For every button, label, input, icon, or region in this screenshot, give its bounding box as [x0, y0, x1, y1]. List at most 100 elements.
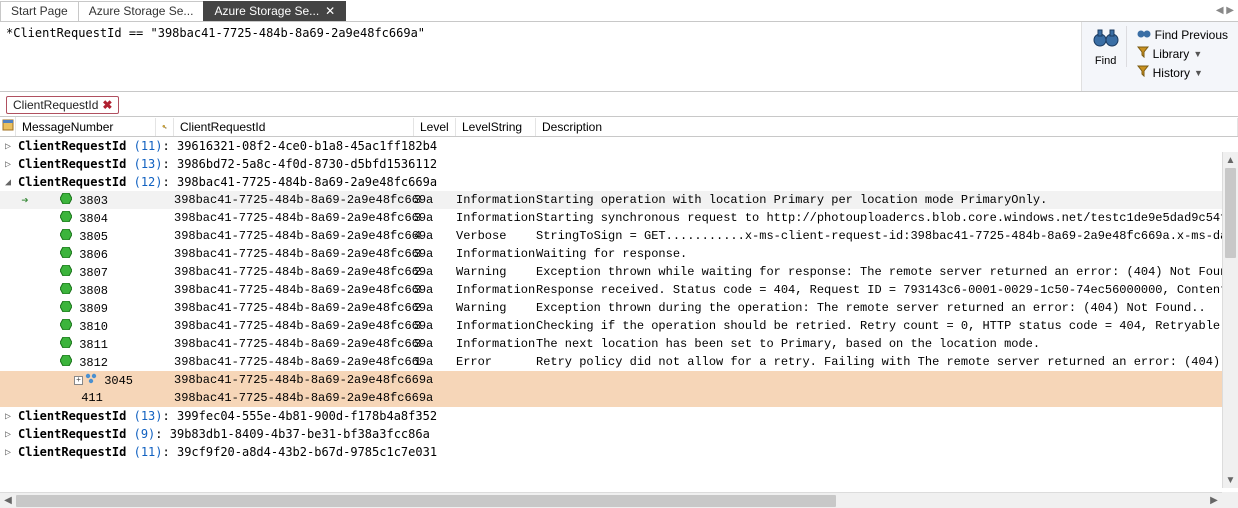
description-text: Response received. Status code = 404, Re…	[536, 283, 1238, 297]
description-text: StringToSign = GET...........x-ms-client…	[536, 229, 1238, 243]
group-row[interactable]: ▷ClientRequestId (13): 3986bd72-5a8c-4f0…	[0, 155, 1238, 173]
tab-label: Start Page	[11, 4, 68, 18]
column-description[interactable]: Description	[536, 118, 1238, 136]
hex-green-icon	[60, 283, 72, 294]
group-row[interactable]: ▷ClientRequestId (9): 39b83db1-8409-4b37…	[0, 425, 1238, 443]
tab-scroll-controls[interactable]: ◀ ▶	[1216, 5, 1238, 16]
scroll-down-icon[interactable]: ▼	[1223, 472, 1238, 488]
description-text: Starting synchronous request to http://p…	[536, 211, 1238, 225]
table-row[interactable]: 411398bac41-7725-484b-8a69-2a9e48fc669a	[0, 389, 1238, 407]
level-string: Information	[456, 319, 536, 333]
level-value: 4	[414, 229, 456, 243]
table-row[interactable]: 3811398bac41-7725-484b-8a69-2a9e48fc669a…	[0, 335, 1238, 353]
binoculars-small-icon	[1137, 27, 1151, 42]
scrollbar-corner	[1222, 492, 1238, 508]
hex-green-icon	[60, 337, 72, 348]
tab-start-page[interactable]: Start Page	[0, 1, 79, 21]
message-number: 3045	[97, 374, 133, 388]
group-value: : 39b83db1-8409-4b37-be31-bf38a3fcc86a	[155, 427, 430, 441]
filter-chip-row: ClientRequestId ✖	[0, 92, 1238, 117]
description-text: Retry policy did not allow for a retry. …	[536, 355, 1238, 369]
column-expand[interactable]	[0, 117, 16, 136]
tab-label: Azure Storage Se...	[89, 4, 194, 18]
find-label: Find	[1095, 55, 1116, 67]
message-number: 3812	[72, 356, 108, 370]
message-number: 3811	[72, 338, 108, 352]
column-level[interactable]: Level	[414, 118, 456, 136]
group-label: ClientRequestId	[18, 445, 126, 459]
description-text: Starting operation with location Primary…	[536, 193, 1238, 207]
side-panel: Find Find Previous Library ▼ History ▼	[1082, 22, 1238, 91]
column-levelstring[interactable]: LevelString	[456, 118, 536, 136]
query-input[interactable]: *ClientRequestId == "398bac41-7725-484b-…	[0, 22, 1082, 91]
group-value: : 39616321-08f2-4ce0-b1a8-45ac1ff182b4	[163, 139, 438, 153]
scroll-left-icon[interactable]: ◀	[0, 495, 16, 506]
table-row[interactable]: 3806398bac41-7725-484b-8a69-2a9e48fc669a…	[0, 245, 1238, 263]
message-number: 3809	[72, 302, 108, 316]
scroll-thumb[interactable]	[1225, 168, 1236, 258]
expand-box-icon[interactable]: +	[74, 376, 83, 385]
message-number: 3810	[72, 320, 108, 334]
table-row[interactable]: 3812398bac41-7725-484b-8a69-2a9e48fc669a…	[0, 353, 1238, 371]
level-string: Error	[456, 355, 536, 369]
group-count: (11)	[134, 139, 163, 153]
library-dropdown[interactable]: Library ▼	[1135, 45, 1230, 62]
level-string: Warning	[456, 301, 536, 315]
key-icon	[162, 120, 167, 134]
vertical-scrollbar[interactable]: ▲ ▼	[1222, 152, 1238, 488]
table-row[interactable]: 3809 398bac41-7725-484b-8a69-2a9e48fc669a…	[0, 299, 1238, 317]
scroll-right-icon[interactable]: ▶	[1206, 495, 1222, 506]
history-dropdown[interactable]: History ▼	[1135, 64, 1230, 81]
filter-chip-clientrequestid[interactable]: ClientRequestId ✖	[6, 96, 119, 114]
chevron-down-icon: ▼	[1193, 49, 1202, 59]
group-count: (11)	[134, 445, 163, 459]
tab-azure-storage-2[interactable]: Azure Storage Se... ✕	[203, 1, 346, 21]
group-row[interactable]: ▷ClientRequestId (11): 39cf9f20-a8d4-43b…	[0, 443, 1238, 461]
collapse-icon[interactable]: ◢	[0, 177, 16, 188]
history-label: History	[1153, 66, 1190, 80]
expand-icon[interactable]: ▷	[0, 411, 16, 422]
table-row[interactable]: 3805398bac41-7725-484b-8a69-2a9e48fc669a…	[0, 227, 1238, 245]
message-number: 3807	[72, 266, 108, 280]
scroll-thumb[interactable]	[16, 495, 836, 507]
group-count: (13)	[134, 409, 163, 423]
close-icon[interactable]: ✖	[102, 98, 112, 112]
expand-icon[interactable]: ▷	[0, 429, 16, 440]
tab-azure-storage-1[interactable]: Azure Storage Se...	[78, 1, 205, 21]
group-value: : 399fec04-555e-4b81-900d-f178b4a8f352	[163, 409, 438, 423]
row-marker-icon: ➔	[18, 193, 32, 208]
funnel-icon	[1137, 46, 1149, 61]
tab-bar: Start Page Azure Storage Se... Azure Sto…	[0, 0, 1238, 22]
group-row[interactable]: ▷ClientRequestId (11): 39616321-08f2-4ce…	[0, 137, 1238, 155]
description-text: Exception thrown while waiting for respo…	[536, 265, 1238, 279]
column-clientrequestid[interactable]: ClientRequestId	[174, 118, 414, 136]
group-value: : 398bac41-7725-484b-8a69-2a9e48fc669a	[163, 175, 438, 189]
table-row[interactable]: 3807 398bac41-7725-484b-8a69-2a9e48fc669a…	[0, 263, 1238, 281]
table-row[interactable]: ➔ 3803398bac41-7725-484b-8a69-2a9e48fc66…	[0, 191, 1238, 209]
expand-icon[interactable]: ▷	[0, 447, 16, 458]
column-icon[interactable]	[156, 118, 174, 136]
level-value: 3	[414, 319, 456, 333]
client-request-id: 398bac41-7725-484b-8a69-2a9e48fc669a	[174, 301, 414, 315]
table-row[interactable]: 3808398bac41-7725-484b-8a69-2a9e48fc669a…	[0, 281, 1238, 299]
expand-icon[interactable]: ▷	[0, 159, 16, 170]
group-row[interactable]: ◢ClientRequestId (12): 398bac41-7725-484…	[0, 173, 1238, 191]
table-row[interactable]: + 3045398bac41-7725-484b-8a69-2a9e48fc66…	[0, 371, 1238, 389]
group-row[interactable]: ▷ClientRequestId (13): 399fec04-555e-4b8…	[0, 407, 1238, 425]
expand-icon[interactable]: ▷	[0, 141, 16, 152]
horizontal-scrollbar[interactable]: ◀ ▶	[0, 492, 1222, 508]
group-value: : 3986bd72-5a8c-4f0d-8730-d5bfd1536112	[163, 157, 438, 171]
library-label: Library	[1153, 47, 1190, 61]
level-string: Information	[456, 337, 536, 351]
table-row[interactable]: 3804398bac41-7725-484b-8a69-2a9e48fc669a…	[0, 209, 1238, 227]
close-icon[interactable]: ✕	[325, 4, 335, 18]
table-row[interactable]: 3810398bac41-7725-484b-8a69-2a9e48fc669a…	[0, 317, 1238, 335]
column-messagenumber[interactable]: MessageNumber	[16, 118, 156, 136]
scroll-up-icon[interactable]: ▲	[1223, 152, 1238, 168]
client-request-id: 398bac41-7725-484b-8a69-2a9e48fc669a	[174, 265, 414, 279]
message-number: 3808	[72, 284, 108, 298]
hex-green-icon	[60, 211, 72, 222]
find-button[interactable]: Find	[1086, 26, 1127, 67]
find-previous-link[interactable]: Find Previous	[1135, 26, 1230, 43]
chevron-down-icon: ▼	[1194, 68, 1203, 78]
